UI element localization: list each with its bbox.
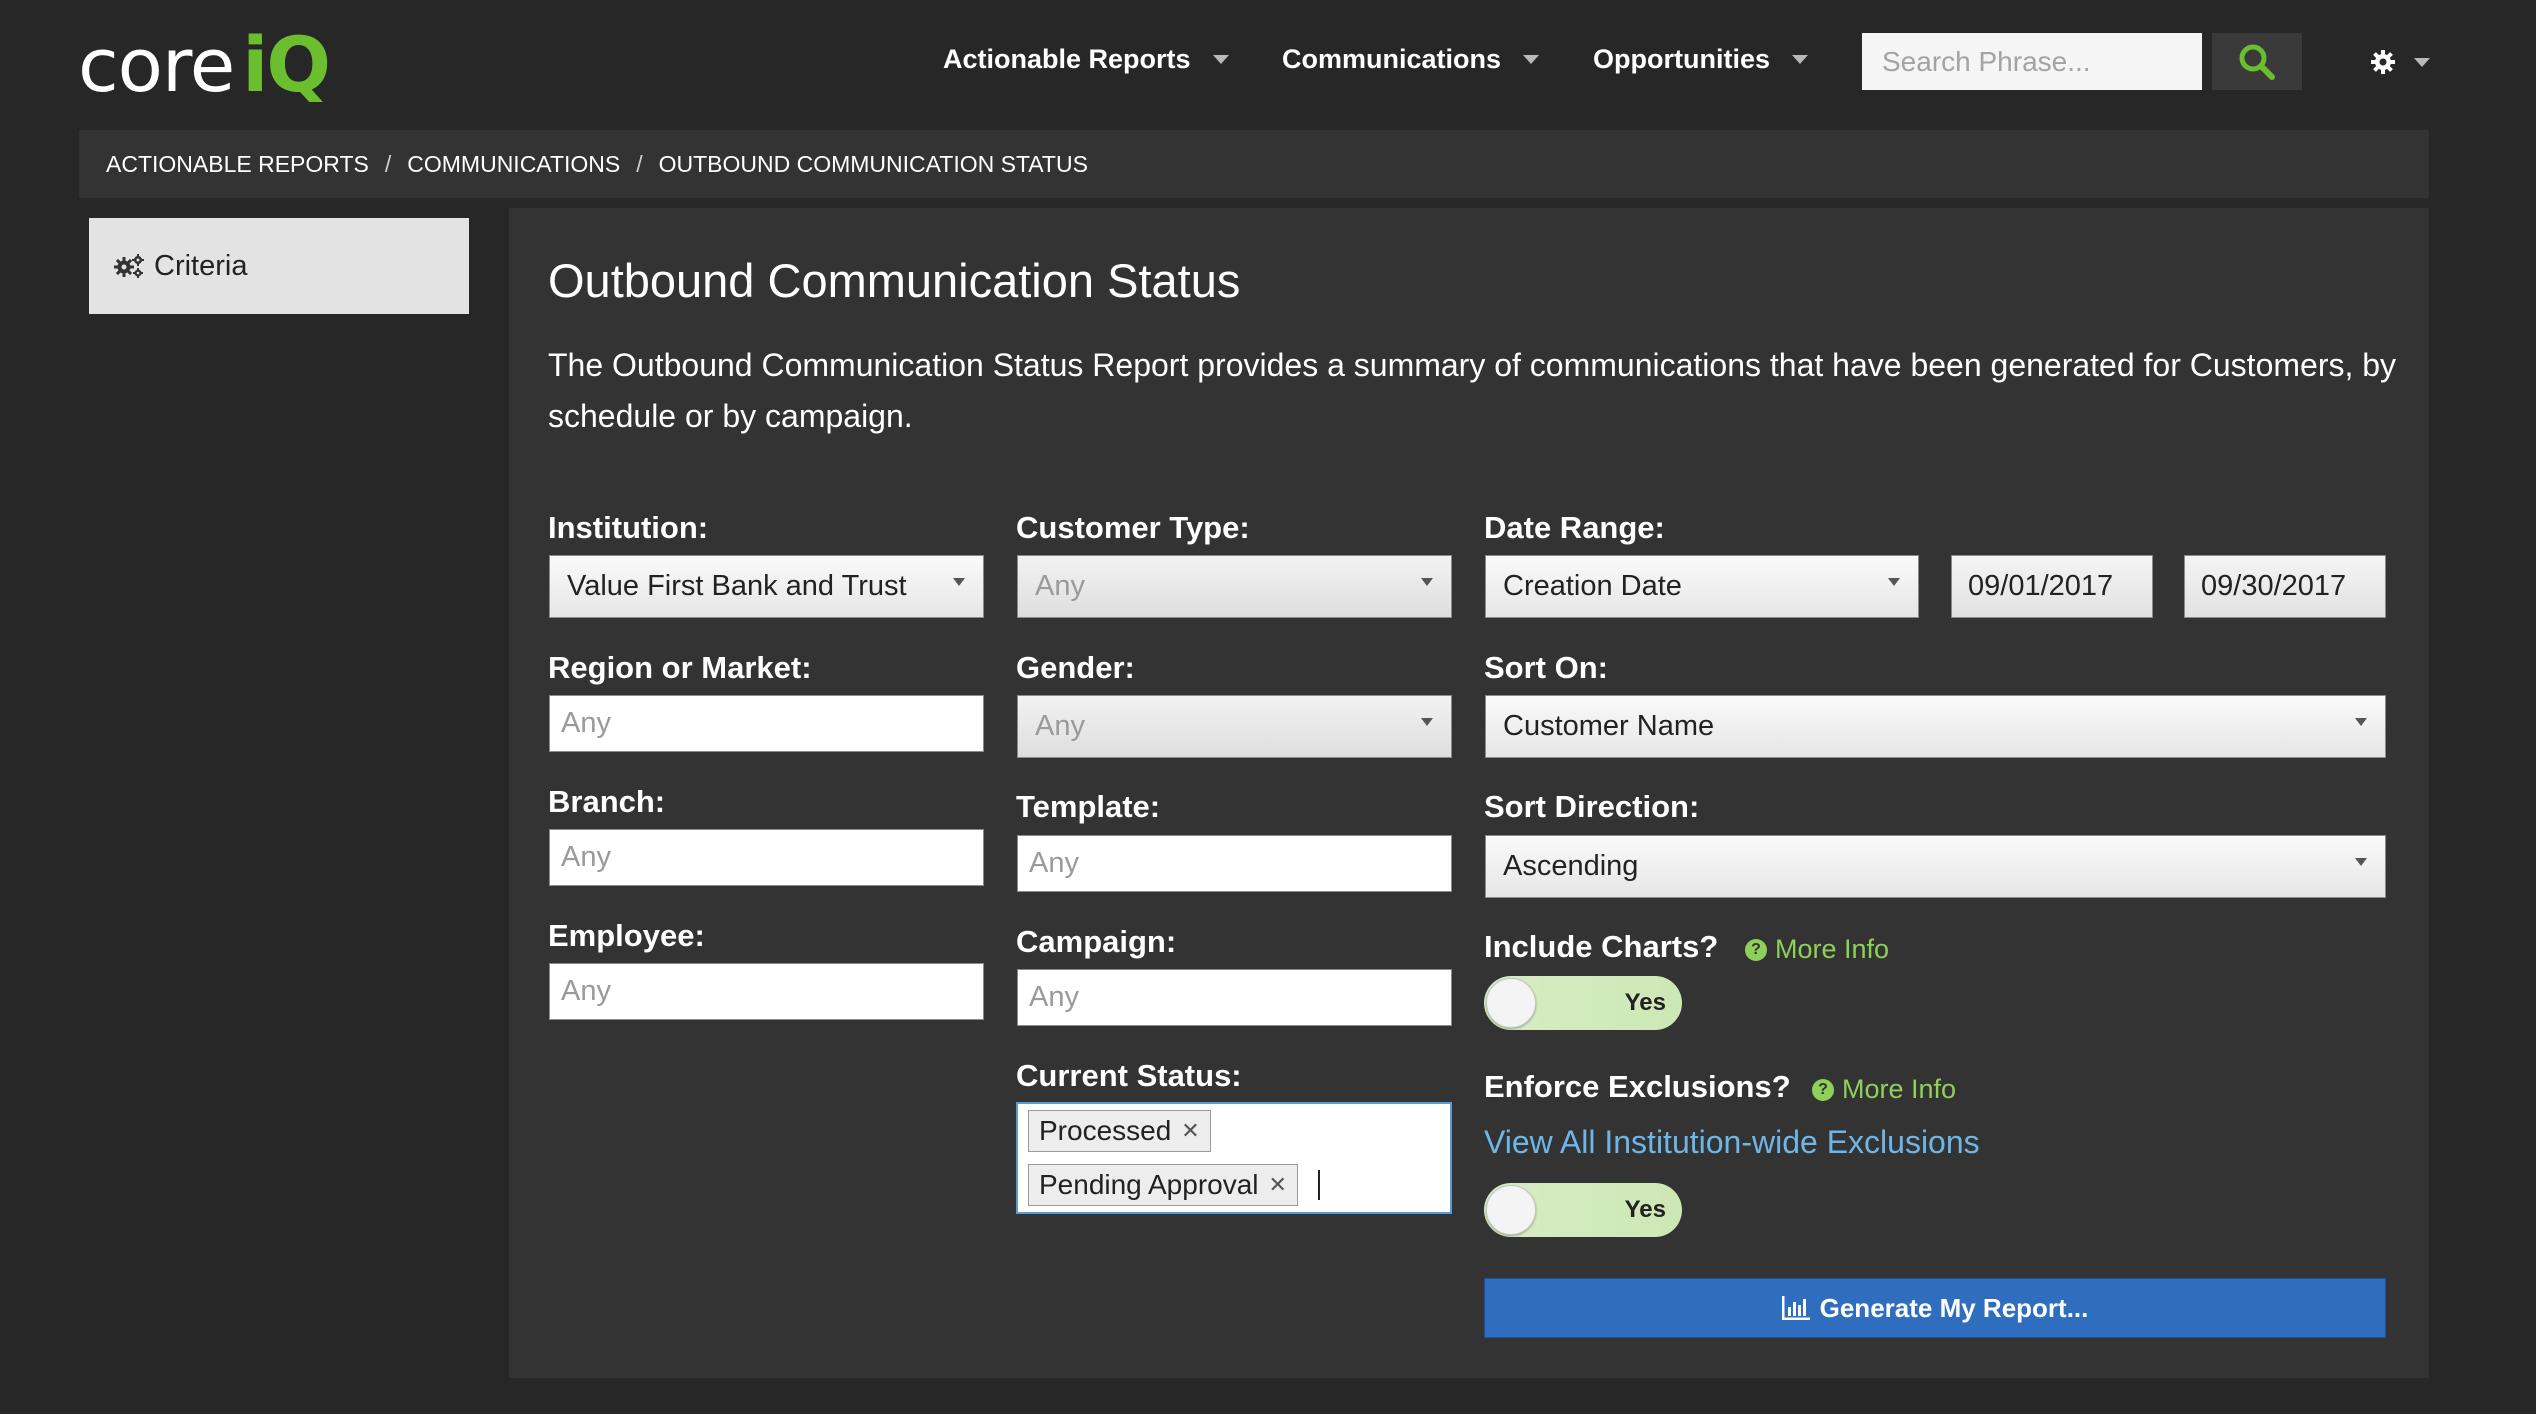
current-status-multiselect[interactable]: Processed ✕ Pending Approval ✕ [1016,1102,1452,1214]
gender-select[interactable]: Any [1017,695,1452,758]
breadcrumb-actionable-reports[interactable]: ACTIONABLE REPORTS [106,151,369,178]
date-range-type-value: Creation Date [1503,570,1682,602]
customer-type-label: Customer Type: [1016,510,1250,545]
nav-label: Opportunities [1593,44,1770,74]
customer-type-select[interactable]: Any [1017,555,1452,618]
report-description: The Outbound Communication Status Report… [548,347,2397,434]
remove-tag-icon[interactable]: ✕ [1181,1118,1199,1144]
enforce-exclusions-toggle[interactable]: Yes [1484,1183,1682,1237]
region-label: Region or Market: [548,650,812,685]
branch-label: Branch: [548,784,666,819]
end-date-input[interactable]: 09/30/2017 [2184,555,2386,618]
criteria-label: Criteria [154,249,248,282]
toggle-state-label: Yes [1624,989,1666,1016]
template-label: Template: [1016,789,1161,824]
nav-communications[interactable]: Communications [1282,44,1540,75]
start-date-value: 09/01/2017 [1968,570,2114,602]
sort-direction-label: Sort Direction: [1484,789,1700,824]
end-date-value: 09/30/2017 [2201,570,2347,602]
campaign-label: Campaign: [1016,924,1177,959]
enforce-exclusions-more-info[interactable]: ? More Info [1812,1074,1956,1105]
breadcrumb: ACTIONABLE REPORTS / COMMUNICATIONS / OU… [79,130,2429,198]
dropdown-arrow-icon [2355,858,2367,866]
template-input[interactable] [1017,835,1452,892]
include-charts-toggle[interactable]: Yes [1484,976,1682,1030]
current-status-label: Current Status: [1016,1058,1242,1093]
nav-label: Communications [1282,44,1502,74]
gears-icon [114,254,144,278]
toggle-state-label: Yes [1624,1196,1666,1223]
chevron-down-icon [1523,55,1540,64]
sort-direction-select[interactable]: Ascending [1485,835,2386,898]
nav-actionable-reports[interactable]: Actionable Reports [943,44,1229,75]
view-exclusions-link[interactable]: View All Institution-wide Exclusions [1484,1124,1980,1161]
dropdown-arrow-icon [2355,718,2367,726]
breadcrumb-current-page: OUTBOUND COMMUNICATION STATUS [658,150,1088,177]
institution-select[interactable]: Value First Bank and Trust [549,555,984,618]
search-icon [2239,44,2275,80]
enforce-exclusions-label: Enforce Exclusions? [1484,1069,1791,1104]
tag-label: Pending Approval [1039,1169,1259,1200]
question-circle-icon: ? [1812,1078,1834,1101]
sidebar-item-criteria[interactable]: Criteria [89,218,469,314]
start-date-input[interactable]: 09/01/2017 [1951,555,2153,618]
employee-input[interactable] [549,963,984,1020]
breadcrumb-separator: / [636,150,643,177]
gender-label: Gender: [1016,650,1135,685]
question-circle-icon: ? [1745,938,1767,961]
page-title: Outbound Communication Status [548,254,1241,307]
toggle-knob [1486,1185,1536,1235]
status-tag-processed: Processed ✕ [1028,1110,1211,1152]
campaign-input[interactable] [1017,969,1452,1026]
dropdown-arrow-icon [953,578,965,586]
search-input[interactable] [1862,33,2202,90]
more-info-text: More Info [1775,934,1890,964]
gear-icon [2371,50,2395,74]
settings-menu-button[interactable] [2370,40,2430,84]
sort-on-value: Customer Name [1503,710,1715,742]
date-range-label: Date Range: [1484,510,1665,545]
coreiq-logo[interactable]: core iQ [78,20,331,109]
customer-type-value: Any [1035,570,1085,602]
institution-value: Value First Bank and Trust [567,570,907,602]
breadcrumb-separator: / [384,150,392,177]
sort-direction-value: Ascending [1503,850,1639,882]
employee-label: Employee: [548,918,705,953]
sort-on-label: Sort On: [1484,650,1608,685]
generate-button-label: Generate My Report... [1819,1292,2089,1323]
dropdown-arrow-icon [1888,578,1900,586]
gender-value: Any [1035,710,1085,742]
logo-iq-text: iQ [242,20,331,109]
status-tag-pending-approval: Pending Approval ✕ [1028,1164,1298,1206]
region-input[interactable] [549,695,984,752]
toggle-knob [1486,978,1536,1028]
bar-chart-icon [1781,1296,1810,1320]
tag-label: Processed [1039,1115,1172,1146]
institution-label: Institution: [548,510,709,545]
text-cursor [1318,1170,1320,1200]
breadcrumb-communications[interactable]: COMMUNICATIONS [407,151,620,178]
sort-on-select[interactable]: Customer Name [1485,695,2386,758]
remove-tag-icon[interactable]: ✕ [1269,1172,1287,1198]
nav-label: Actionable Reports [943,44,1191,74]
generate-report-button[interactable]: Generate My Report... [1484,1278,2386,1338]
chevron-down-icon [1212,55,1229,64]
dropdown-arrow-icon [1421,578,1433,586]
logo-core-text: core [78,23,235,109]
include-charts-label: Include Charts? [1484,929,1719,964]
branch-input[interactable] [549,829,984,886]
chevron-down-icon [2414,57,2430,67]
chevron-down-icon [1792,55,1808,64]
search-button[interactable] [2212,33,2302,90]
nav-opportunities[interactable]: Opportunities [1593,44,1808,75]
include-charts-more-info[interactable]: ? More Info [1745,934,1889,965]
more-info-text: More Info [1842,1074,1957,1104]
dropdown-arrow-icon [1421,718,1433,726]
date-range-type-select[interactable]: Creation Date [1485,555,1919,618]
